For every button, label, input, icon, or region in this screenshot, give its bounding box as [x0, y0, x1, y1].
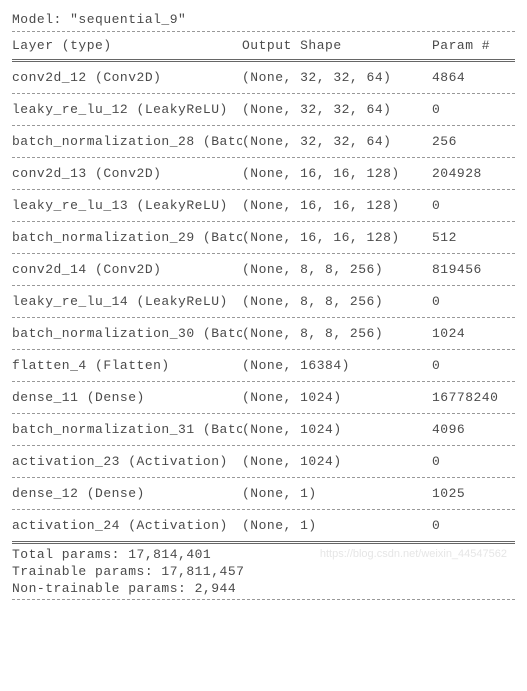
divider: [12, 477, 515, 478]
layer-cell: batch_normalization_29 (Batc: [12, 230, 242, 245]
layer-cell: batch_normalization_28 (Batc: [12, 134, 242, 149]
layer-cell: batch_normalization_31 (Batc: [12, 422, 242, 437]
shape-cell: (None, 1024): [242, 454, 432, 469]
shape-cell: (None, 16, 16, 128): [242, 198, 432, 213]
divider: [12, 125, 515, 126]
layer-cell: flatten_4 (Flatten): [12, 358, 242, 373]
divider: [12, 31, 515, 32]
layer-cell: conv2d_13 (Conv2D): [12, 166, 242, 181]
shape-cell: (None, 8, 8, 256): [242, 294, 432, 309]
table-body: conv2d_12 (Conv2D)(None, 32, 32, 64)4864…: [12, 64, 515, 539]
table-header: Layer (type) Output Shape Param #: [12, 34, 515, 57]
param-cell: 512: [432, 230, 515, 245]
divider: [12, 317, 515, 318]
shape-cell: (None, 1024): [242, 390, 432, 405]
param-cell: 0: [432, 198, 515, 213]
divider: [12, 59, 515, 62]
divider: [12, 221, 515, 222]
header-param: Param #: [432, 38, 515, 53]
model-summary: Model: "sequential_9" Layer (type) Outpu…: [12, 12, 515, 600]
table-row: flatten_4 (Flatten)(None, 16384)0: [12, 352, 515, 379]
table-row: conv2d_13 (Conv2D)(None, 16, 16, 128)204…: [12, 160, 515, 187]
shape-cell: (None, 32, 32, 64): [242, 70, 432, 85]
param-cell: 0: [432, 102, 515, 117]
divider: [12, 541, 515, 544]
shape-cell: (None, 1): [242, 518, 432, 533]
layer-cell: leaky_re_lu_14 (LeakyReLU): [12, 294, 242, 309]
shape-cell: (None, 32, 32, 64): [242, 102, 432, 117]
param-cell: 4096: [432, 422, 515, 437]
divider: [12, 157, 515, 158]
param-cell: 4864: [432, 70, 515, 85]
layer-cell: conv2d_14 (Conv2D): [12, 262, 242, 277]
shape-cell: (None, 16, 16, 128): [242, 166, 432, 181]
param-cell: 0: [432, 358, 515, 373]
table-row: activation_24 (Activation)(None, 1)0: [12, 512, 515, 539]
divider: [12, 445, 515, 446]
layer-cell: activation_24 (Activation): [12, 518, 242, 533]
layer-cell: batch_normalization_30 (Batc: [12, 326, 242, 341]
layer-cell: leaky_re_lu_12 (LeakyReLU): [12, 102, 242, 117]
shape-cell: (None, 1): [242, 486, 432, 501]
header-shape: Output Shape: [242, 38, 432, 53]
shape-cell: (None, 8, 8, 256): [242, 262, 432, 277]
param-cell: 0: [432, 454, 515, 469]
table-row: conv2d_12 (Conv2D)(None, 32, 32, 64)4864: [12, 64, 515, 91]
table-row: leaky_re_lu_13 (LeakyReLU)(None, 16, 16,…: [12, 192, 515, 219]
divider: [12, 285, 515, 286]
shape-cell: (None, 8, 8, 256): [242, 326, 432, 341]
table-row: batch_normalization_28 (Batc(None, 32, 3…: [12, 128, 515, 155]
param-cell: 256: [432, 134, 515, 149]
shape-cell: (None, 32, 32, 64): [242, 134, 432, 149]
table-row: leaky_re_lu_14 (LeakyReLU)(None, 8, 8, 2…: [12, 288, 515, 315]
header-layer: Layer (type): [12, 38, 242, 53]
table-row: batch_normalization_29 (Batc(None, 16, 1…: [12, 224, 515, 251]
param-cell: 819456: [432, 262, 515, 277]
table-row: conv2d_14 (Conv2D)(None, 8, 8, 256)81945…: [12, 256, 515, 283]
table-row: dense_12 (Dense)(None, 1)1025: [12, 480, 515, 507]
table-row: batch_normalization_30 (Batc(None, 8, 8,…: [12, 320, 515, 347]
model-name: Model: "sequential_9": [12, 12, 515, 27]
param-cell: 16778240: [432, 390, 515, 405]
divider: [12, 253, 515, 254]
table-row: activation_23 (Activation)(None, 1024)0: [12, 448, 515, 475]
layer-cell: conv2d_12 (Conv2D): [12, 70, 242, 85]
shape-cell: (None, 1024): [242, 422, 432, 437]
divider: [12, 189, 515, 190]
non-trainable-params: Non-trainable params: 2,944: [12, 580, 515, 597]
param-cell: 1025: [432, 486, 515, 501]
divider: [12, 349, 515, 350]
total-params: Total params: 17,814,401: [12, 546, 515, 563]
shape-cell: (None, 16, 16, 128): [242, 230, 432, 245]
layer-cell: activation_23 (Activation): [12, 454, 242, 469]
param-cell: 0: [432, 294, 515, 309]
table-row: batch_normalization_31 (Batc(None, 1024)…: [12, 416, 515, 443]
layer-cell: dense_11 (Dense): [12, 390, 242, 405]
table-row: leaky_re_lu_12 (LeakyReLU)(None, 32, 32,…: [12, 96, 515, 123]
divider: [12, 509, 515, 510]
divider: [12, 93, 515, 94]
trainable-params: Trainable params: 17,811,457: [12, 563, 515, 580]
shape-cell: (None, 16384): [242, 358, 432, 373]
param-cell: 1024: [432, 326, 515, 341]
layer-cell: leaky_re_lu_13 (LeakyReLU): [12, 198, 242, 213]
layer-cell: dense_12 (Dense): [12, 486, 242, 501]
param-cell: 204928: [432, 166, 515, 181]
divider: [12, 413, 515, 414]
divider: [12, 599, 515, 600]
param-cell: 0: [432, 518, 515, 533]
table-row: dense_11 (Dense)(None, 1024)16778240: [12, 384, 515, 411]
divider: [12, 381, 515, 382]
